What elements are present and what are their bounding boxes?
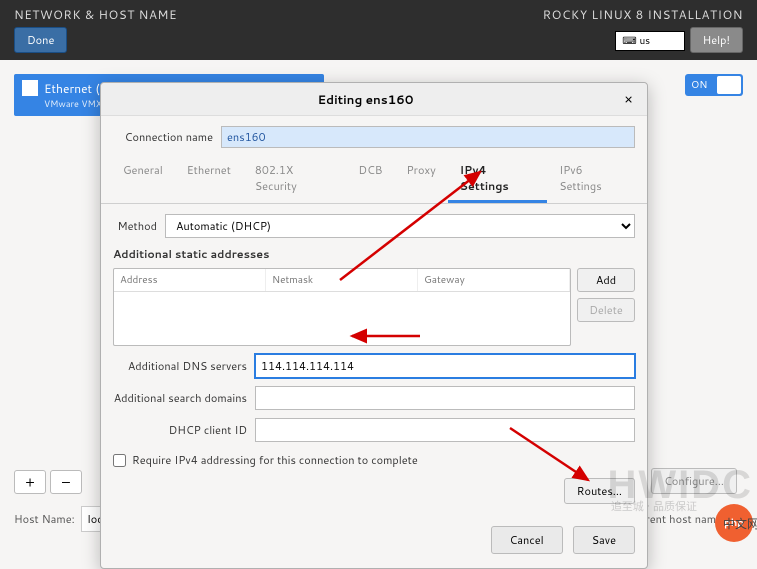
save-button[interactable]: Save xyxy=(573,526,635,554)
dialog-title: Editing ens160 xyxy=(111,91,620,108)
addresses-table[interactable]: Address Netmask Gateway xyxy=(113,268,571,346)
close-icon[interactable]: × xyxy=(620,89,637,109)
edit-connection-dialog: Editing ens160 × Connection name General… xyxy=(100,82,648,569)
tabs: General Ethernet 802.1X Security DCB Pro… xyxy=(101,156,647,204)
distro-label: ROCKY LINUX 8 INSTALLATION xyxy=(543,6,743,23)
topbar: NETWORK & HOST NAME Done ROCKY LINUX 8 I… xyxy=(0,0,757,60)
remove-device-button[interactable]: – xyxy=(50,470,82,494)
col-address: Address xyxy=(114,269,266,291)
method-select[interactable]: Automatic (DHCP) xyxy=(165,214,635,238)
tab-proxy[interactable]: Proxy xyxy=(394,156,447,203)
cancel-button[interactable]: Cancel xyxy=(491,526,563,554)
search-domains-label: Additional search domains xyxy=(113,390,247,406)
dhcp-client-id-label: DHCP client ID xyxy=(113,422,247,438)
col-netmask: Netmask xyxy=(266,269,418,291)
hostname-label: Host Name: xyxy=(14,511,75,527)
connection-name-label: Connection name xyxy=(113,129,213,145)
php-badge-text: 中文网 xyxy=(723,515,757,532)
connection-toggle[interactable]: ON xyxy=(685,74,743,96)
search-domains-input[interactable] xyxy=(255,386,635,410)
page-title: NETWORK & HOST NAME xyxy=(14,6,177,23)
tab-dcb[interactable]: DCB xyxy=(346,156,394,203)
delete-address-button[interactable]: Delete xyxy=(577,298,635,322)
add-device-button[interactable]: + xyxy=(14,470,46,494)
dhcp-client-id-input[interactable] xyxy=(255,418,635,442)
dns-servers-label: Additional DNS servers xyxy=(113,358,247,374)
tab-general[interactable]: General xyxy=(111,156,175,203)
tab-ethernet[interactable]: Ethernet xyxy=(175,156,243,203)
watermark-small: 追至城 · 品质保证 xyxy=(611,498,697,514)
done-button[interactable]: Done xyxy=(14,27,67,53)
help-button[interactable]: Help! xyxy=(690,27,743,53)
require-ipv4-checkbox[interactable] xyxy=(113,454,126,467)
method-label: Method xyxy=(113,218,157,234)
keyboard-indicator[interactable]: us xyxy=(615,31,685,51)
connection-name-input[interactable] xyxy=(221,126,635,148)
tab-ipv6-settings[interactable]: IPv6 Settings xyxy=(547,156,637,203)
col-gateway: Gateway xyxy=(418,269,570,291)
dns-servers-input[interactable] xyxy=(255,354,635,378)
additional-addresses-heading: Additional static addresses xyxy=(113,246,635,262)
tab-ipv4-settings[interactable]: IPv4 Settings xyxy=(448,156,547,203)
tab-8021x[interactable]: 802.1X Security xyxy=(243,156,347,203)
require-ipv4-label: Require IPv4 addressing for this connect… xyxy=(132,452,418,468)
add-address-button[interactable]: Add xyxy=(577,268,635,292)
ethernet-icon xyxy=(22,80,38,96)
